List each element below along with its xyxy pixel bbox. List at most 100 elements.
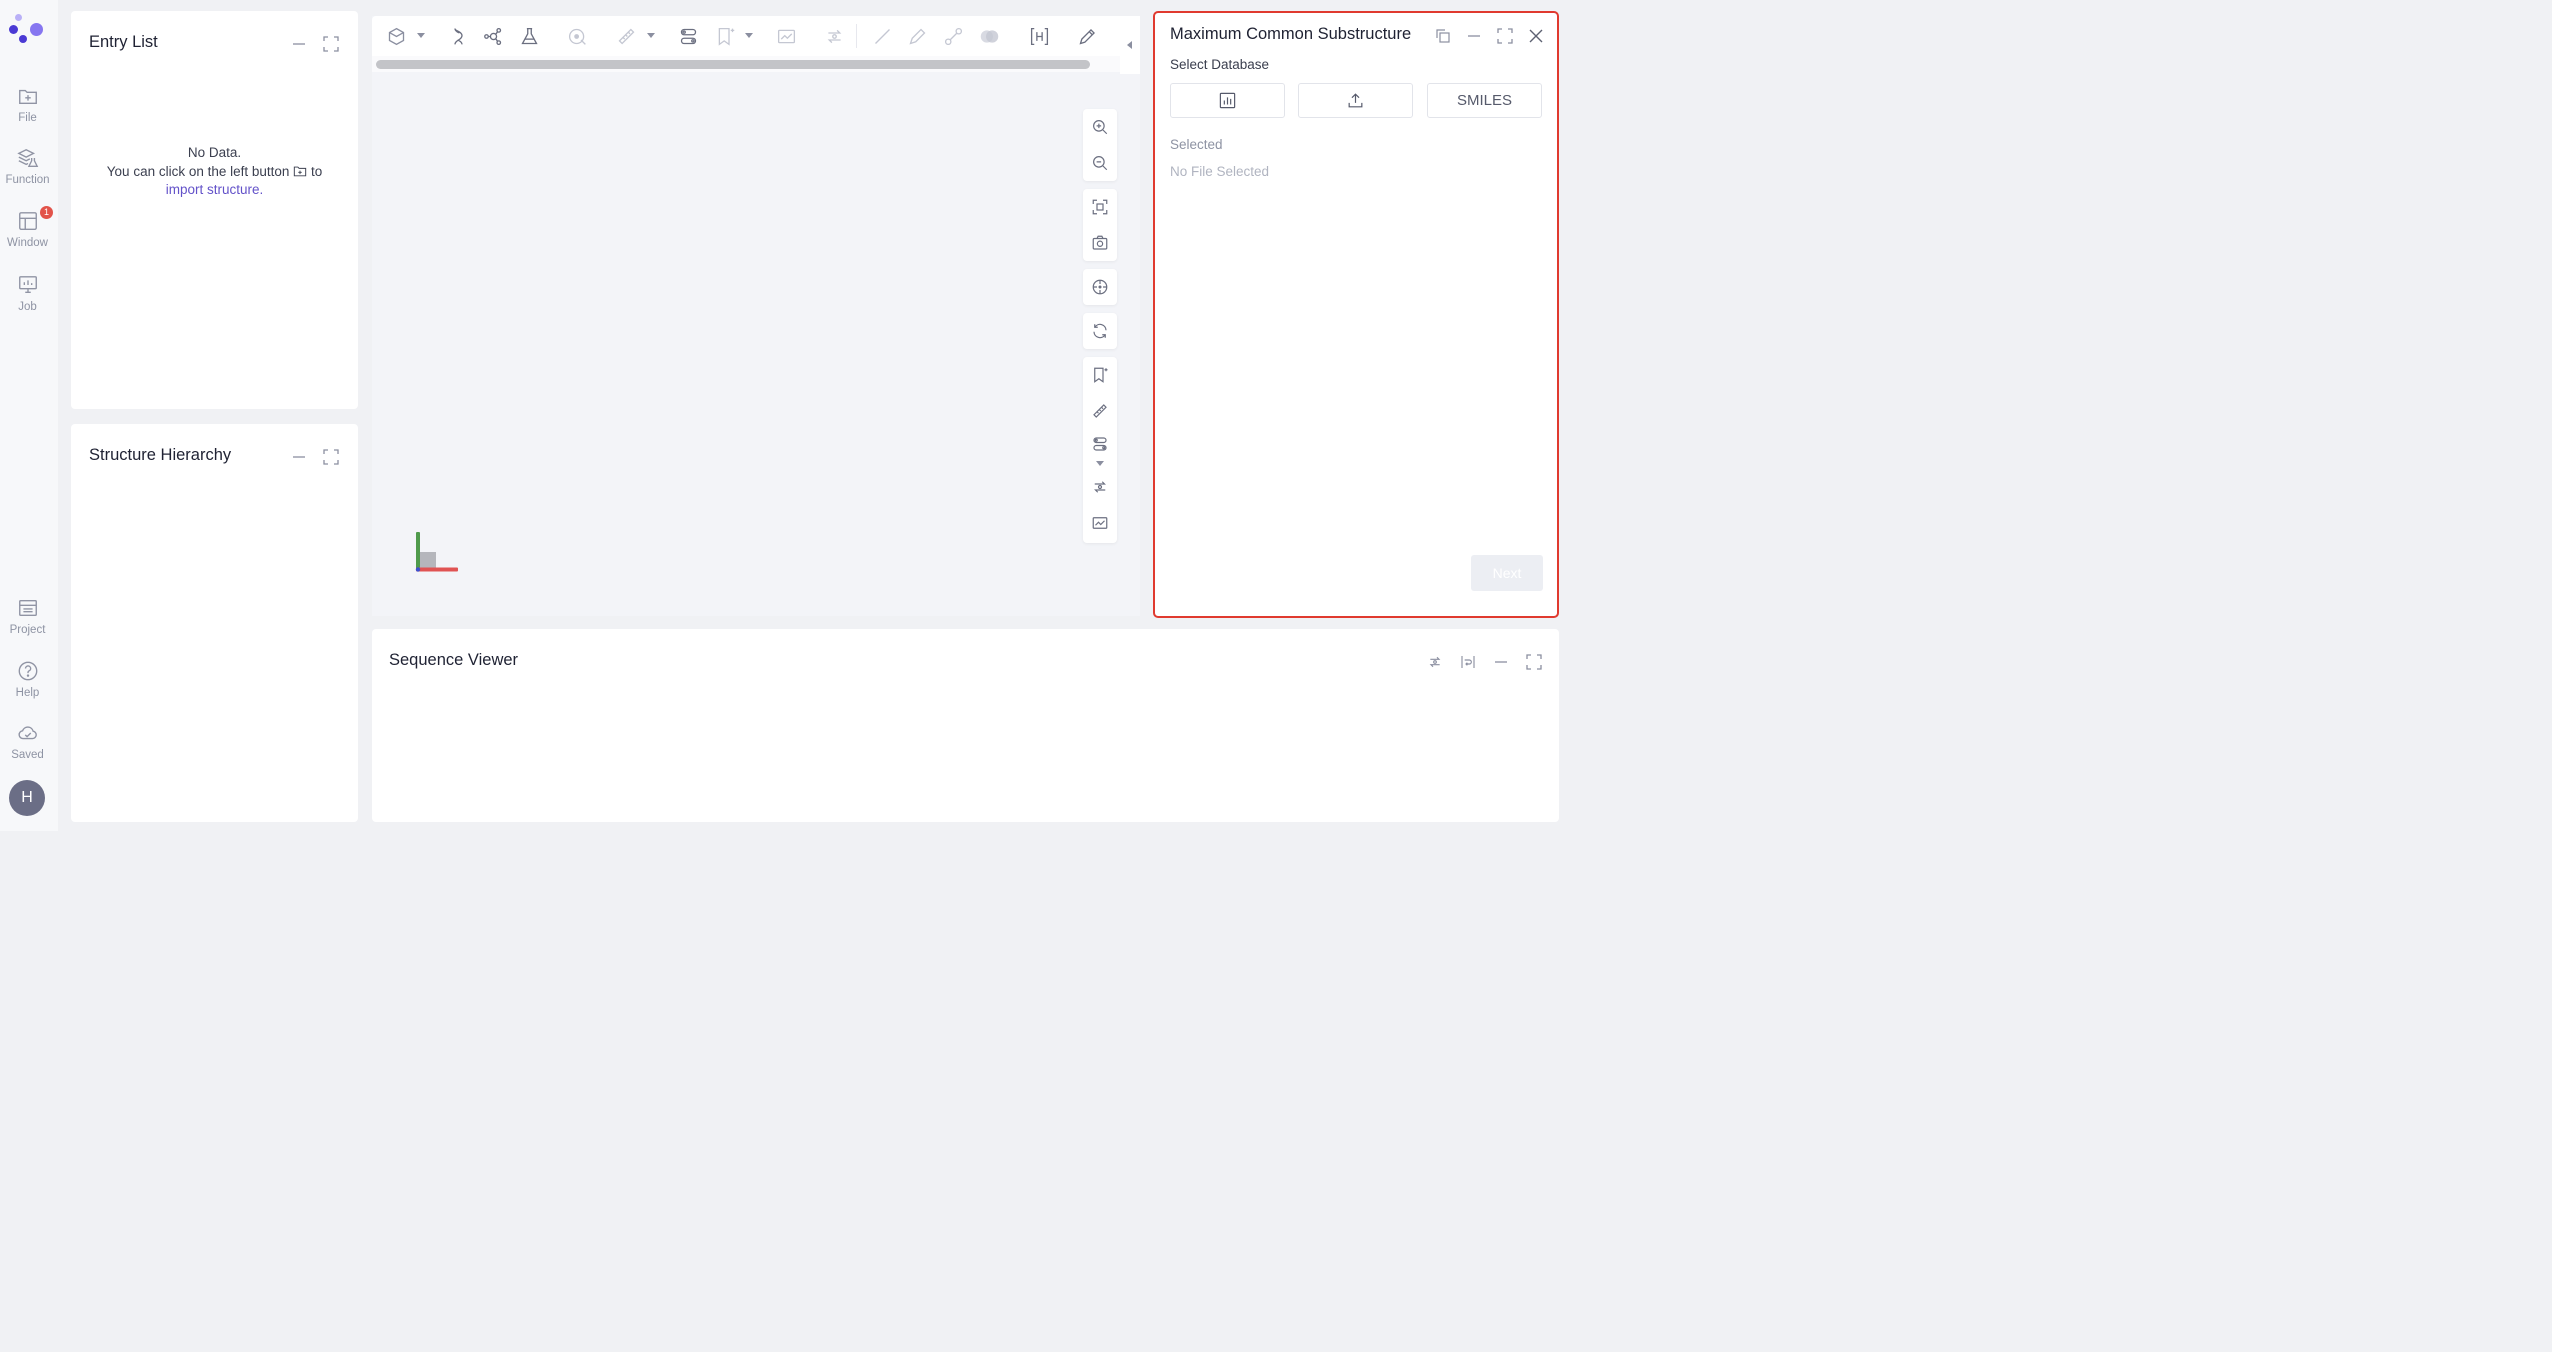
user-avatar[interactable]: H (9, 780, 45, 816)
line-icon (874, 28, 890, 44)
rotate-button[interactable] (1083, 313, 1117, 349)
zoom-tool-group (1083, 109, 1117, 181)
sidebar-item-label: File (18, 112, 37, 124)
swap-icon (1429, 656, 1441, 668)
entry-list-panel: Entry List No Data. You can click on the… (71, 11, 358, 409)
image-button[interactable] (1083, 505, 1117, 541)
minus-icon (1468, 35, 1480, 37)
expand-icon (1526, 654, 1542, 670)
structure-hierarchy-panel: Structure Hierarchy (71, 424, 358, 822)
maximize-button[interactable] (1525, 653, 1543, 671)
flask-icon (520, 27, 538, 44)
selected-label: Selected (1170, 137, 1223, 152)
measure-caret-icon[interactable] (647, 33, 655, 38)
panel-controls (290, 448, 340, 466)
help-circle-icon (18, 661, 37, 681)
next-button[interactable]: Next (1471, 555, 1543, 591)
align-button[interactable] (1083, 429, 1117, 459)
transfer-tool[interactable] (822, 24, 846, 48)
overlap-circles-icon (980, 29, 998, 43)
zoom-in-button[interactable] (1083, 109, 1117, 145)
sidebar-item-function[interactable]: Function (0, 147, 55, 203)
database-button[interactable] (1170, 83, 1285, 118)
select-shape-tool[interactable] (384, 24, 408, 48)
hydrogen-tool[interactable] (1027, 24, 1051, 48)
minimize-button[interactable] (290, 35, 308, 53)
sidebar-item-job[interactable]: Job (0, 274, 55, 330)
select-database-label: Select Database (1170, 57, 1270, 72)
ribbon-tool[interactable] (446, 24, 470, 48)
file-add-icon (18, 89, 37, 105)
bookmark-button[interactable] (1083, 357, 1117, 393)
chevron-left-icon (1127, 41, 1132, 49)
sidebar-item-window[interactable]: 1 Window (0, 206, 55, 266)
sidebar-item-label: Function (5, 174, 50, 186)
surface-tool[interactable] (565, 24, 589, 48)
toolbar-divider (856, 24, 857, 48)
image-scan-icon (777, 29, 795, 43)
minimize-button[interactable] (290, 448, 308, 466)
minus-icon (293, 456, 305, 458)
flask-tool[interactable] (517, 24, 541, 48)
toolbar-scrollbar[interactable] (376, 60, 1090, 69)
pencil-tool[interactable] (905, 24, 929, 48)
text-wrap-icon (1461, 656, 1475, 668)
annotation-tool-group (1083, 357, 1117, 543)
fit-view-button[interactable] (1083, 189, 1117, 225)
sidebar-item-saved[interactable]: Saved (0, 722, 55, 778)
measure-button[interactable] (1083, 393, 1117, 429)
select-shape-caret-icon[interactable] (417, 33, 425, 38)
ruler-icon (618, 28, 634, 44)
toolbar-collapse-button[interactable] (1120, 16, 1140, 74)
view-tool-group (1083, 189, 1117, 261)
maximize-button[interactable] (322, 448, 340, 466)
transfer-button[interactable] (1083, 469, 1117, 505)
sidebar-item-file[interactable]: File (0, 85, 55, 141)
sidebar-item-help[interactable]: Help (0, 660, 55, 716)
rotate-tool-group (1083, 313, 1117, 349)
empty-state: No Data. You can click on the left butto… (71, 144, 358, 200)
sequence-sync-button[interactable] (1426, 653, 1444, 671)
detach-button[interactable] (1434, 27, 1452, 45)
swap-icon (1094, 481, 1106, 493)
minimize-button[interactable] (1492, 653, 1510, 671)
line-tool[interactable] (870, 24, 894, 48)
image-tool[interactable] (774, 24, 798, 48)
layout-icon (18, 212, 37, 230)
expand-icon (1497, 28, 1513, 44)
list-icon (18, 599, 37, 617)
app-logo (9, 11, 49, 47)
smiles-button[interactable]: SMILES (1427, 83, 1542, 118)
bond-tool[interactable] (941, 24, 965, 48)
bookmark-add-icon (718, 27, 734, 46)
image-scan-icon (1092, 517, 1108, 529)
align-caret[interactable] (1083, 459, 1117, 469)
screenshot-button[interactable] (1083, 225, 1117, 261)
align-tool[interactable] (676, 24, 700, 48)
monitor-chart-icon (18, 276, 37, 294)
measure-tool[interactable] (614, 24, 638, 48)
bookmark-caret-icon[interactable] (745, 33, 753, 38)
center-button[interactable] (1083, 269, 1117, 305)
maximize-button[interactable] (322, 35, 340, 53)
ruler-icon (1093, 404, 1107, 418)
close-button[interactable] (1527, 27, 1545, 45)
upload-button[interactable] (1298, 83, 1413, 118)
edit-tool[interactable] (1075, 24, 1099, 48)
import-structure-link[interactable]: import structure. (71, 181, 358, 200)
panel-title: Sequence Viewer (389, 651, 519, 669)
bookmark-add-icon (1094, 367, 1108, 383)
panel-controls (1434, 27, 1545, 45)
sequence-wrap-button[interactable] (1459, 653, 1477, 671)
molecule-tool[interactable] (481, 24, 505, 48)
sidebar-item-project[interactable]: Project (0, 597, 55, 653)
zoom-out-button[interactable] (1083, 145, 1117, 181)
maximize-button[interactable] (1496, 27, 1514, 45)
close-icon (1529, 29, 1543, 43)
overlay-tool[interactable] (977, 24, 1001, 48)
bookmark-tool[interactable] (713, 24, 737, 48)
molecule-viewport[interactable] (372, 16, 1140, 616)
molecule-icon (483, 27, 501, 45)
copy-window-icon (1436, 29, 1450, 43)
minimize-button[interactable] (1465, 27, 1483, 45)
